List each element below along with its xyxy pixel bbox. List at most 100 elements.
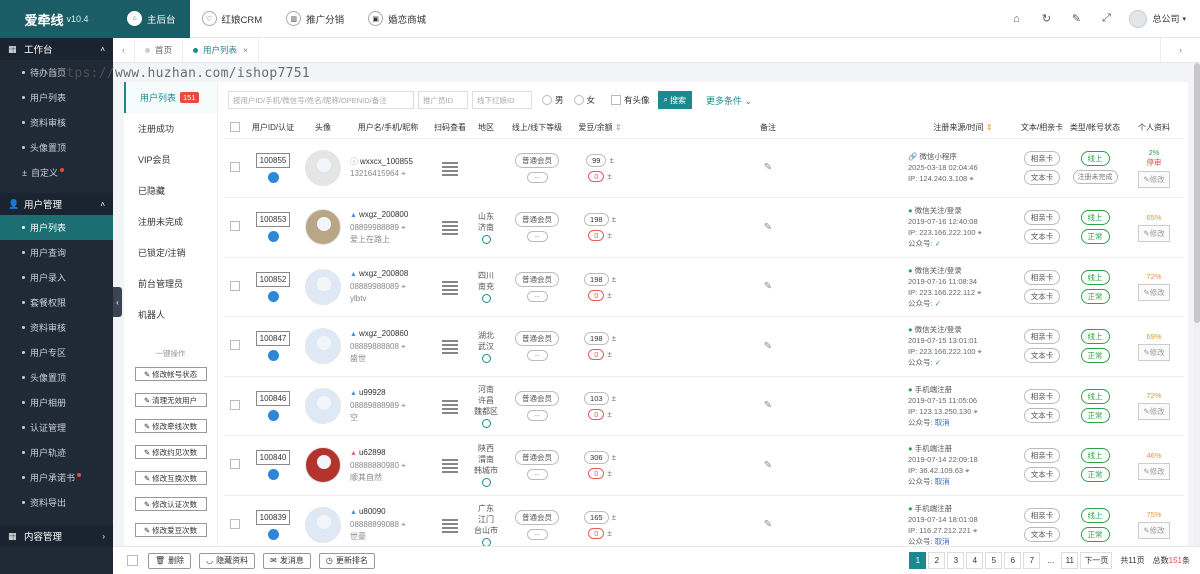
status-badge[interactable]: 正常: [1080, 288, 1110, 304]
modify-button[interactable]: ✎修改: [1138, 343, 1170, 361]
sidebar-section-header[interactable]: 👤 用户管理 ˄: [0, 193, 113, 215]
username[interactable]: wxxcx_100855: [360, 157, 413, 166]
text-card-tag[interactable]: 文本卡: [1023, 526, 1061, 542]
page-button[interactable]: 5: [985, 552, 1003, 569]
search-input[interactable]: 按用户ID/手机/微信号/姓名/昵称/OPENID/备注: [228, 91, 414, 109]
search-button[interactable]: ⌕ 搜索: [657, 91, 693, 109]
has-avatar-checkbox[interactable]: 有头像: [611, 94, 650, 106]
type-badge[interactable]: 线上: [1080, 269, 1110, 285]
online-level[interactable]: 普通会员: [515, 271, 559, 287]
gender-male-radio[interactable]: 男: [542, 94, 564, 106]
refresh-icon[interactable]: ↻: [1031, 12, 1061, 25]
plus-minus-icon[interactable]: ±: [612, 453, 616, 462]
subnav-item[interactable]: 注册未完成: [124, 206, 217, 237]
qr-code-icon[interactable]: [442, 457, 458, 474]
quick-action-button[interactable]: ✎ 清理无效用户: [134, 393, 207, 407]
user-id[interactable]: 100846: [255, 390, 291, 406]
avatar[interactable]: [305, 328, 341, 365]
sidebar-item[interactable]: 用户轨迹: [0, 440, 113, 465]
quick-action-button[interactable]: ✎ 修改牵线次数: [134, 419, 207, 433]
offline-level[interactable]: --: [526, 231, 548, 243]
type-badge[interactable]: 线上: [1080, 507, 1110, 523]
location-icon[interactable]: [481, 418, 491, 428]
quick-action-button[interactable]: ✎ 修改爱豆次数: [134, 523, 207, 537]
gender-female-radio[interactable]: 女: [573, 94, 595, 106]
avatar[interactable]: [305, 209, 341, 246]
user-id[interactable]: 100852: [255, 271, 291, 287]
user-id[interactable]: 100853: [255, 212, 291, 228]
qr-code-icon[interactable]: [442, 278, 458, 295]
page-button[interactable]: 11: [1061, 552, 1079, 569]
fullscreen-icon[interactable]: ⤢: [1091, 12, 1121, 25]
location-icon[interactable]: [481, 234, 491, 244]
sidebar-item[interactable]: 用户录入: [0, 265, 113, 290]
qr-code-icon[interactable]: [442, 159, 458, 176]
hide-profile-button[interactable]: ◡ 隐藏资料: [199, 552, 256, 569]
page-button[interactable]: 7: [1023, 552, 1041, 569]
subnav-item[interactable]: VIP会员: [124, 144, 217, 175]
sidebar-item[interactable]: 用户查询: [0, 240, 113, 265]
sidebar-item[interactable]: 套餐权限: [0, 290, 113, 315]
online-level[interactable]: 普通会员: [515, 390, 559, 406]
text-card-tag[interactable]: 文本卡: [1023, 407, 1061, 423]
subnav-item[interactable]: 已隐藏: [124, 175, 217, 206]
status-badge[interactable]: 正常: [1080, 467, 1110, 483]
online-level[interactable]: 普通会员: [515, 331, 559, 347]
plus-minus-icon[interactable]: ±: [607, 410, 611, 419]
sidebar-item[interactable]: 用户专区: [0, 340, 113, 365]
dating-card-tag[interactable]: 相亲卡: [1023, 210, 1061, 226]
close-icon[interactable]: ×: [243, 45, 248, 55]
avatar[interactable]: [305, 387, 341, 424]
sidebar-item[interactable]: 认证管理: [0, 415, 113, 440]
avatar[interactable]: [305, 149, 341, 186]
subnav-item[interactable]: 前台管理员: [124, 268, 217, 299]
offline-level[interactable]: --: [526, 528, 548, 540]
sidebar-collapse-handle[interactable]: ‹: [113, 287, 122, 317]
username[interactable]: wxgz_200808: [359, 269, 408, 278]
edit-note-icon[interactable]: ✎: [764, 519, 772, 530]
topnav-main-admin[interactable]: ⌂ 主后台: [113, 0, 190, 38]
modify-button[interactable]: ✎修改: [1138, 462, 1170, 480]
page-button[interactable]: 6: [1004, 552, 1022, 569]
plus-minus-icon[interactable]: ±: [607, 231, 611, 240]
status-badge[interactable]: 正常: [1080, 526, 1110, 542]
sidebar-item[interactable]: 头像置顶: [0, 135, 113, 160]
send-message-button[interactable]: ✉ 发消息: [263, 552, 311, 569]
row-checkbox[interactable]: [230, 459, 240, 470]
type-badge[interactable]: 线上: [1080, 210, 1110, 226]
chevron-left-icon[interactable]: ‹: [113, 37, 135, 63]
plus-minus-icon[interactable]: ±: [612, 215, 616, 224]
edit-note-icon[interactable]: ✎: [764, 281, 772, 292]
plus-minus-icon[interactable]: ±: [612, 275, 616, 284]
text-card-tag[interactable]: 文本卡: [1023, 288, 1061, 304]
user-id[interactable]: 100847: [255, 331, 291, 347]
modify-button[interactable]: ✎修改: [1138, 170, 1170, 188]
tab-user-list[interactable]: 用户列表 ×: [183, 37, 259, 63]
edit-note-icon[interactable]: ✎: [764, 162, 772, 173]
status-badge[interactable]: 注册未完成: [1072, 170, 1118, 185]
dating-card-tag[interactable]: 相亲卡: [1023, 448, 1061, 464]
offline-level[interactable]: --: [526, 350, 548, 362]
page-button[interactable]: 3: [947, 552, 965, 569]
online-level[interactable]: 普通会员: [515, 509, 559, 525]
online-level[interactable]: 普通会员: [515, 152, 559, 168]
delete-button[interactable]: 🗑 删除: [148, 552, 192, 569]
clean-icon[interactable]: ✎: [1061, 12, 1091, 25]
dating-card-tag[interactable]: 相亲卡: [1023, 269, 1061, 285]
topnav-mall[interactable]: ▣ 婚恋商城: [356, 0, 438, 38]
brand-logo[interactable]: 爱牵线 v10.4: [0, 0, 113, 38]
user-menu[interactable]: 总公司 ▾: [1129, 9, 1186, 28]
row-checkbox[interactable]: [230, 161, 240, 172]
plus-minus-icon[interactable]: ±: [607, 172, 611, 181]
select-all-bottom-checkbox[interactable]: [127, 555, 138, 566]
location-icon[interactable]: [481, 478, 491, 488]
avatar[interactable]: [305, 506, 341, 543]
plus-minus-icon[interactable]: ±: [612, 394, 616, 403]
location-icon[interactable]: [481, 353, 491, 363]
sidebar-section-header[interactable]: ▦ 内容管理 ›: [0, 525, 113, 547]
type-badge[interactable]: 线上: [1080, 329, 1110, 345]
edit-note-icon[interactable]: ✎: [764, 460, 772, 471]
matchmaker-id-input[interactable]: 线下红娘ID: [472, 91, 532, 109]
plus-minus-icon[interactable]: ±: [607, 291, 611, 300]
col-header-sortable[interactable]: 注册来源/时间 ⇕: [908, 118, 1018, 139]
